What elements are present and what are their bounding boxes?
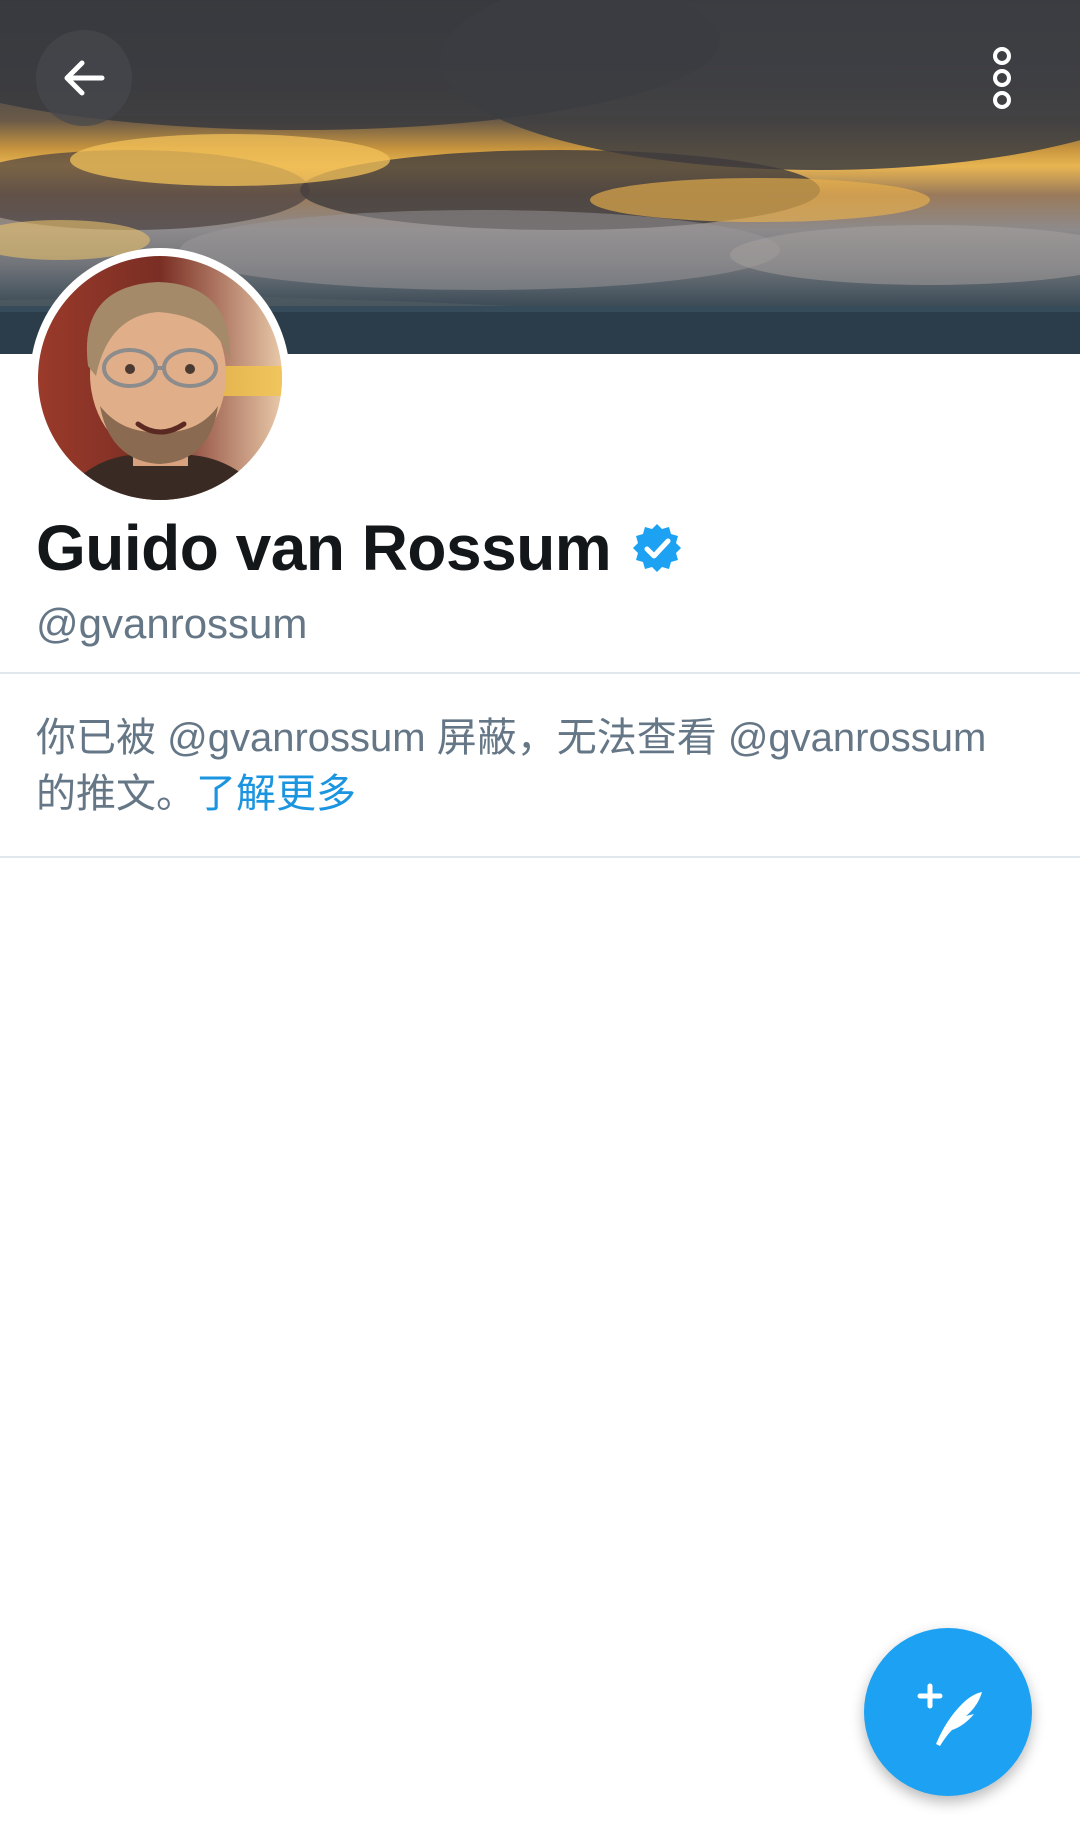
arrow-left-icon: [64, 60, 105, 96]
profile-handle: @gvanrossum: [36, 600, 308, 647]
more-options-button[interactable]: [972, 36, 1032, 120]
compose-tweet-button[interactable]: [864, 1628, 1032, 1796]
verified-badge-icon: [633, 524, 682, 572]
avatar-photo: [38, 256, 282, 500]
section-divider: [0, 856, 1080, 858]
learn-more-link[interactable]: 了解更多: [196, 772, 356, 816]
vertical-dots-icon: [993, 47, 1011, 109]
profile-avatar[interactable]: [30, 248, 290, 508]
profile-name: Guido van Rossum: [36, 512, 612, 584]
blocked-notice: 你已被 @gvanrossum 屏蔽，无法查看 @gvanrossum 的推文。…: [36, 710, 1036, 822]
profile-name-row: Guido van Rossum: [36, 508, 683, 588]
back-button[interactable]: [36, 30, 132, 126]
section-divider: [0, 672, 1080, 674]
compose-tweet-icon: [917, 1683, 982, 1746]
blocked-notice-text: 你已被 @gvanrossum 屏蔽，无法查看 @gvanrossum 的推文。: [36, 716, 987, 816]
